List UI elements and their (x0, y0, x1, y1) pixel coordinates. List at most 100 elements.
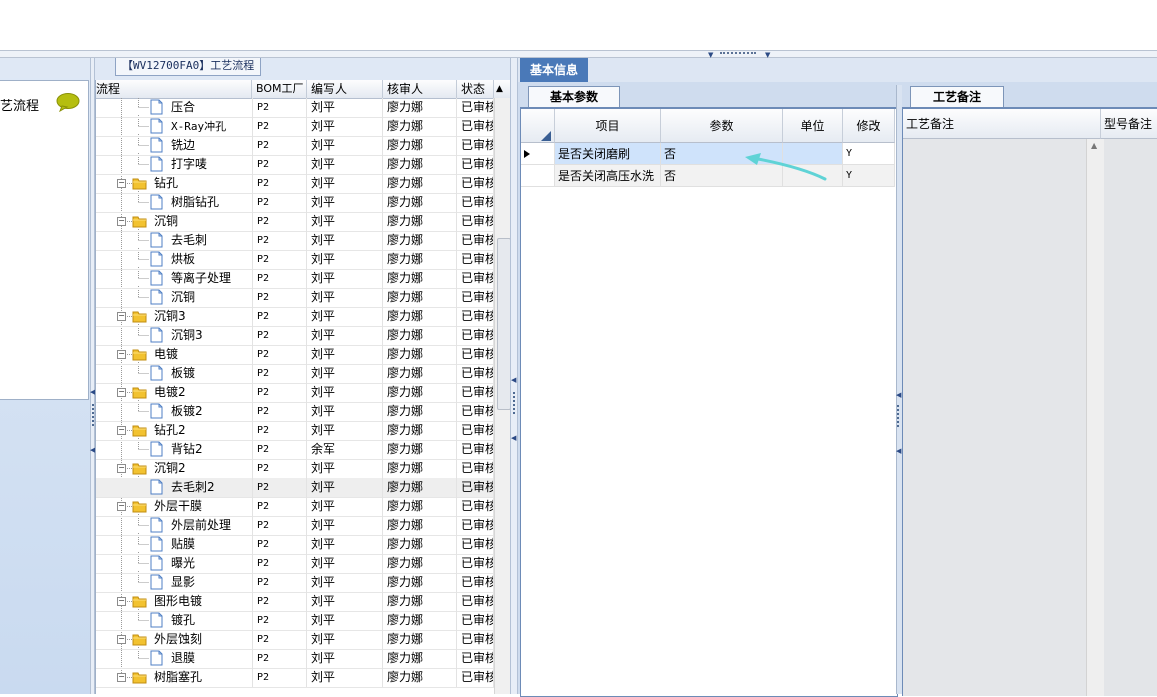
reviewer-cell[interactable]: 廖力娜 (383, 155, 457, 174)
column-header-reviewer[interactable]: 核审人 (383, 80, 457, 98)
table-row[interactable]: 去毛刺2 P2 刘平 廖力娜 已审核 (96, 478, 494, 498)
status-cell[interactable]: 已审核 (457, 402, 494, 421)
tree-collapse-toggle[interactable]: − (117, 388, 126, 397)
author-cell[interactable]: 刘平 (307, 288, 383, 307)
table-row[interactable]: 铣边 P2 刘平 廖力娜 已审核 (96, 136, 494, 156)
bom-factory-cell[interactable]: P2 (252, 231, 307, 250)
row-header-corner[interactable] (521, 109, 555, 143)
notes-scrollbar[interactable]: ▲ (1086, 139, 1104, 696)
author-cell[interactable]: 刘平 (307, 668, 383, 687)
reviewer-cell[interactable]: 廖力娜 (383, 174, 457, 193)
vertical-scrollbar[interactable] (494, 98, 510, 694)
author-cell[interactable]: 刘平 (307, 516, 383, 535)
reviewer-cell[interactable]: 廖力娜 (383, 611, 457, 630)
tree-collapse-toggle[interactable]: − (117, 179, 126, 188)
table-row[interactable]: 退膜 P2 刘平 廖力娜 已审核 (96, 649, 494, 669)
reviewer-cell[interactable]: 廖力娜 (383, 288, 457, 307)
bom-factory-cell[interactable]: P2 (252, 611, 307, 630)
status-cell[interactable]: 已审核 (457, 421, 494, 440)
process-notes-text-area[interactable] (903, 139, 1101, 696)
status-cell[interactable]: 已审核 (457, 326, 494, 345)
table-row[interactable]: 树脂钻孔 P2 刘平 廖力娜 已审核 (96, 193, 494, 213)
status-cell[interactable]: 已审核 (457, 250, 494, 269)
bom-factory-cell[interactable]: P2 (252, 459, 307, 478)
status-cell[interactable]: 已审核 (457, 288, 494, 307)
tab-process-notes[interactable]: 工艺备注 (910, 86, 1004, 108)
column-header-unit[interactable]: 单位 (783, 109, 843, 143)
table-row[interactable]: 板镀 P2 刘平 廖力娜 已审核 (96, 364, 494, 384)
tree-collapse-toggle[interactable]: − (117, 673, 126, 682)
column-header-flow[interactable]: 流程 (96, 80, 252, 98)
status-cell[interactable]: 已审核 (457, 117, 494, 136)
scroll-up-arrow-icon[interactable]: ▲ (494, 80, 510, 98)
author-cell[interactable]: 刘平 (307, 554, 383, 573)
tree-collapse-toggle[interactable]: − (117, 426, 126, 435)
status-cell[interactable]: 已审核 (457, 440, 494, 459)
column-header-item[interactable]: 项目 (555, 109, 661, 143)
reviewer-cell[interactable]: 廖力娜 (383, 592, 457, 611)
param-modify-cell[interactable]: Y (843, 165, 895, 187)
bom-factory-cell[interactable]: P2 (252, 193, 307, 212)
bom-factory-cell[interactable]: P2 (252, 668, 307, 687)
table-row[interactable]: − 钻孔 P2 刘平 廖力娜 已审核 (96, 174, 494, 194)
author-cell[interactable]: 刘平 (307, 212, 383, 231)
status-cell[interactable]: 已审核 (457, 307, 494, 326)
table-row[interactable]: 去毛刺 P2 刘平 廖力娜 已审核 (96, 231, 494, 251)
table-row[interactable]: 板镀2 P2 刘平 廖力娜 已审核 (96, 402, 494, 422)
bom-factory-cell[interactable]: P2 (252, 516, 307, 535)
author-cell[interactable]: 刘平 (307, 250, 383, 269)
status-cell[interactable]: 已审核 (457, 478, 494, 497)
table-row[interactable]: − 外层干膜 P2 刘平 廖力娜 已审核 (96, 497, 494, 517)
status-cell[interactable]: 已审核 (457, 611, 494, 630)
reviewer-cell[interactable]: 廖力娜 (383, 573, 457, 592)
tree-collapse-toggle[interactable]: − (117, 464, 126, 473)
bom-factory-cell[interactable]: P2 (252, 478, 307, 497)
bom-factory-cell[interactable]: P2 (252, 269, 307, 288)
reviewer-cell[interactable]: 廖力娜 (383, 497, 457, 516)
table-row[interactable]: 沉铜3 P2 刘平 廖力娜 已审核 (96, 326, 494, 346)
author-cell[interactable]: 刘平 (307, 174, 383, 193)
reviewer-cell[interactable]: 廖力娜 (383, 136, 457, 155)
collapse-arrow-icon[interactable]: ◀ (511, 376, 516, 384)
reviewer-cell[interactable]: 廖力娜 (383, 535, 457, 554)
author-cell[interactable]: 刘平 (307, 573, 383, 592)
bom-factory-cell[interactable]: P2 (252, 592, 307, 611)
column-header-modify[interactable]: 修改 (843, 109, 895, 143)
tab-basic-info[interactable]: 基本信息 (520, 58, 588, 82)
status-cell[interactable]: 已审核 (457, 535, 494, 554)
reviewer-cell[interactable]: 廖力娜 (383, 421, 457, 440)
reviewer-cell[interactable]: 廖力娜 (383, 649, 457, 668)
table-row[interactable]: 曝光 P2 刘平 廖力娜 已审核 (96, 554, 494, 574)
reviewer-cell[interactable]: 廖力娜 (383, 402, 457, 421)
author-cell[interactable]: 刘平 (307, 478, 383, 497)
tab-process-flow[interactable]: 【WV12700FA0】工艺流程 (115, 58, 262, 76)
status-cell[interactable]: 已审核 (457, 193, 494, 212)
status-cell[interactable]: 已审核 (457, 573, 494, 592)
author-cell[interactable]: 刘平 (307, 98, 383, 117)
bom-factory-cell[interactable]: P2 (252, 402, 307, 421)
status-cell[interactable]: 已审核 (457, 98, 494, 117)
status-cell[interactable]: 已审核 (457, 497, 494, 516)
author-cell[interactable]: 刘平 (307, 231, 383, 250)
table-row[interactable]: 贴膜 P2 刘平 廖力娜 已审核 (96, 535, 494, 555)
scroll-up-arrow-icon[interactable]: ▲ (1091, 141, 1097, 150)
author-cell[interactable]: 刘平 (307, 611, 383, 630)
status-cell[interactable]: 已审核 (457, 364, 494, 383)
status-cell[interactable]: 已审核 (457, 630, 494, 649)
table-row[interactable]: 镀孔 P2 刘平 廖力娜 已审核 (96, 611, 494, 631)
middle-splitter[interactable]: ◀ ◀ (510, 58, 518, 694)
status-cell[interactable]: 已审核 (457, 155, 494, 174)
bom-factory-cell[interactable]: P2 (252, 649, 307, 668)
bom-factory-cell[interactable]: P2 (252, 288, 307, 307)
reviewer-cell[interactable]: 廖力娜 (383, 516, 457, 535)
row-indicator[interactable] (521, 143, 555, 165)
author-cell[interactable]: 刘平 (307, 421, 383, 440)
reviewer-cell[interactable]: 廖力娜 (383, 193, 457, 212)
bom-factory-cell[interactable]: P2 (252, 307, 307, 326)
author-cell[interactable]: 刘平 (307, 459, 383, 478)
bom-factory-cell[interactable]: P2 (252, 250, 307, 269)
bom-factory-cell[interactable]: P2 (252, 345, 307, 364)
collapse-arrow-icon[interactable]: ◀ (511, 434, 516, 442)
table-row[interactable]: − 沉铜3 P2 刘平 廖力娜 已审核 (96, 307, 494, 327)
column-header-model-notes[interactable]: 型号备注 (1101, 109, 1157, 139)
